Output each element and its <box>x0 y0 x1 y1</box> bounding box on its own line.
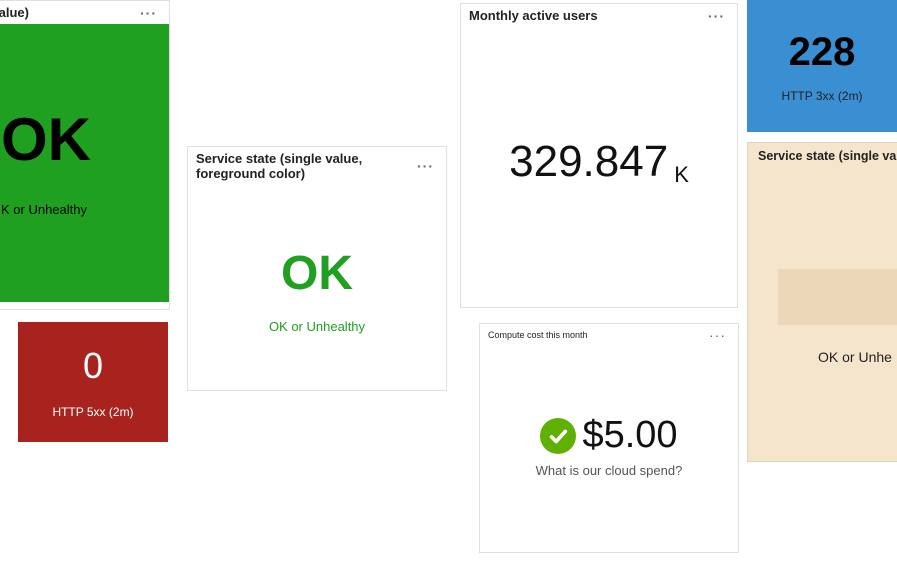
metric-subtitle: What is our cloud spend? <box>536 463 683 478</box>
more-icon[interactable]: ··· <box>705 328 730 342</box>
metric-value: 0 <box>83 345 103 387</box>
card-compute-cost: Compute cost this month ··· $5.00 What i… <box>479 323 739 553</box>
card-monthly-active-users: Monthly active users ··· 329.847K <box>460 3 738 308</box>
card-title: Service state (single value) <box>758 149 897 163</box>
metric-subtitle: OK or Unhe <box>748 349 897 365</box>
card-body: $5.00 What is our cloud spend? <box>480 346 738 546</box>
card-title: Compute cost this month <box>488 330 588 340</box>
card-title: Service state (single value, foreground … <box>196 151 413 181</box>
card-body: OK or Unhe <box>748 169 897 365</box>
metric-value: $5.00 <box>582 414 677 457</box>
metric-value: 329.847 <box>509 137 668 186</box>
card-header: Monthly active users ··· <box>461 4 737 27</box>
more-icon[interactable]: ··· <box>413 159 438 173</box>
metric-value: OK <box>1 110 169 170</box>
card-header: Compute cost this month ··· <box>480 324 738 346</box>
placeholder-bar <box>778 269 897 325</box>
more-icon[interactable]: ··· <box>704 9 729 23</box>
metric-value: 228 <box>789 30 856 75</box>
metric-subtitle: K or Unhealthy <box>1 202 169 217</box>
card-header: Service state (single value, foreground … <box>188 147 446 185</box>
check-circle-icon <box>540 418 576 454</box>
card-body: 329.847K <box>461 27 737 297</box>
metric-value: OK <box>281 246 353 301</box>
card-body: OK K or Unhealthy <box>0 24 169 302</box>
card-service-state-green: gle value) ··· OK K or Unhealthy <box>0 0 170 310</box>
metric-subtitle: HTTP 5xx (2m) <box>52 405 133 419</box>
card-title: gle value) <box>0 5 29 20</box>
card-http-3xx[interactable]: 228 HTTP 3xx (2m) <box>747 0 897 132</box>
card-service-state-beige: Service state (single value) OK or Unhe <box>747 142 897 462</box>
more-icon[interactable]: ··· <box>136 6 161 20</box>
card-body: OK OK or Unhealthy <box>188 185 446 395</box>
metric-subtitle: OK or Unhealthy <box>269 319 365 334</box>
card-header: Service state (single value) <box>748 143 897 169</box>
metric-subtitle: HTTP 3xx (2m) <box>781 89 862 103</box>
card-title: Monthly active users <box>469 8 598 23</box>
metric-unit: K <box>674 162 689 187</box>
card-http-5xx[interactable]: 0 HTTP 5xx (2m) <box>18 322 168 442</box>
card-header: gle value) ··· <box>0 1 169 24</box>
card-service-state-fg: Service state (single value, foreground … <box>187 146 447 391</box>
